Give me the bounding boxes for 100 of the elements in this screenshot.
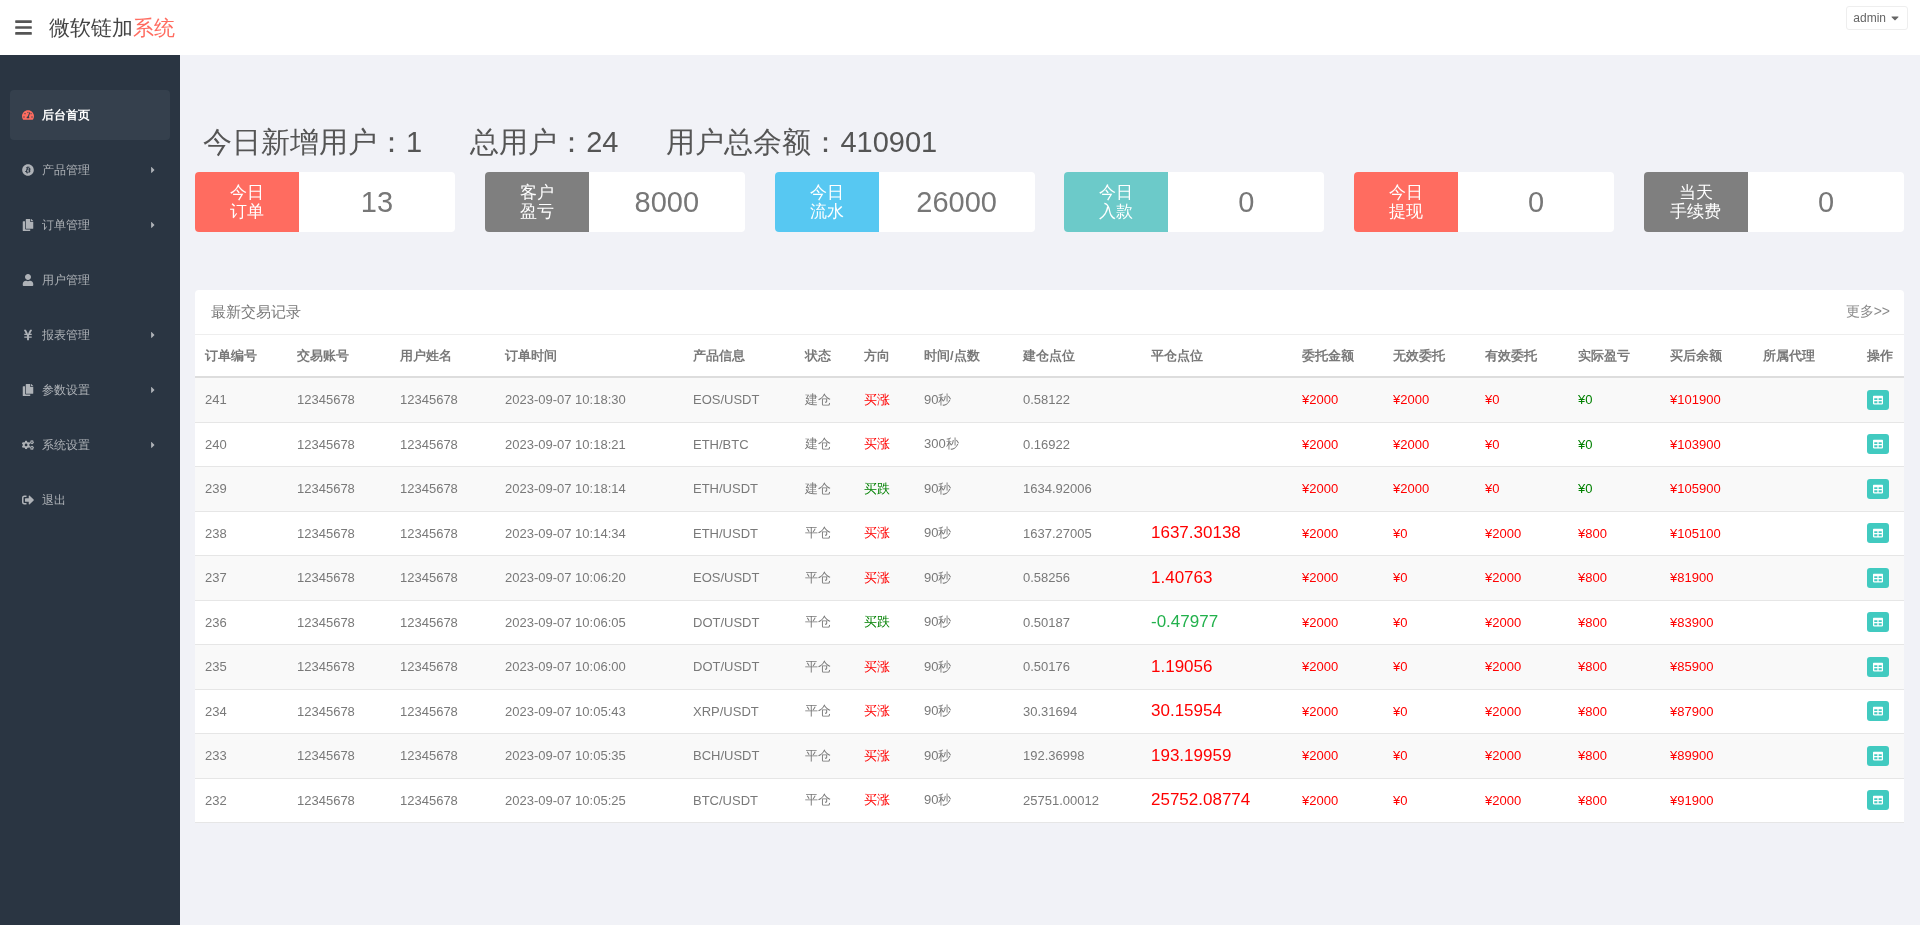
table-cell: ¥2000	[1393, 481, 1430, 497]
edit-button[interactable]	[1867, 701, 1889, 722]
summary-stat: 用户总余额：410901	[666, 124, 938, 160]
stat-label: 流水	[809, 202, 844, 221]
edit-button[interactable]	[1867, 434, 1889, 455]
table-cell: DOT/USDT	[693, 614, 760, 630]
sidebar-item[interactable]: 报表管理	[10, 310, 170, 360]
table-cell: -0.47977	[1151, 612, 1219, 633]
table-cell: ¥2000	[1485, 748, 1522, 764]
column-header: 用户姓名	[400, 346, 453, 365]
table-cell: ETH/BTC	[693, 436, 749, 452]
table-icon	[1873, 617, 1883, 628]
column-header: 无效委托	[1393, 346, 1446, 365]
table-icon	[1873, 439, 1883, 450]
edit-button[interactable]	[1867, 790, 1889, 811]
table-cell: 1634.92006	[1023, 481, 1092, 497]
table-cell: 232	[205, 792, 227, 808]
sidebar-item[interactable]: 用户管理	[10, 255, 170, 305]
dashboard-icon	[22, 109, 34, 121]
table-cell: 平仓	[805, 657, 831, 676]
sidebar-item[interactable]: 后台首页	[10, 90, 170, 140]
edit-button[interactable]	[1867, 389, 1889, 410]
table-cell: 90秒	[924, 613, 952, 632]
stat-value: 26000	[915, 184, 998, 220]
sidebar-item[interactable]: 产品管理	[10, 145, 170, 195]
table-cell: 233	[205, 748, 227, 764]
table-cell: ¥0	[1485, 481, 1500, 497]
table-cell: 235	[205, 659, 227, 675]
table-cell: ¥105100	[1670, 525, 1721, 541]
sidebar-item[interactable]: 系统设置	[10, 420, 170, 470]
table-cell: 12345678	[297, 792, 355, 808]
table-cell: ¥2000	[1485, 525, 1522, 541]
stat-label: 今日	[1389, 183, 1424, 202]
documents-icon	[22, 219, 34, 231]
table-cell: EOS/USDT	[693, 392, 760, 408]
table-cell: 2023-09-07 10:05:25	[505, 792, 626, 808]
stat-label: 手续费	[1670, 202, 1722, 221]
sign-out-icon	[22, 494, 34, 506]
app-title: 微软链加系统	[49, 14, 175, 41]
table-cell: 12345678	[297, 748, 355, 764]
table-cell: 买涨	[864, 657, 890, 676]
stat-label: 今日	[1099, 183, 1134, 202]
table-cell: BTC/USDT	[693, 792, 758, 808]
edit-button[interactable]	[1867, 567, 1889, 588]
menu-icon[interactable]	[14, 18, 33, 37]
table-cell: ¥2000	[1302, 481, 1339, 497]
yen-icon	[22, 329, 34, 341]
table-cell: 0.16922	[1023, 436, 1070, 452]
table-cell: 25752.08774	[1151, 790, 1251, 811]
table-cell: ¥800	[1578, 659, 1607, 675]
table-cell: ¥2000	[1302, 436, 1339, 452]
table-icon	[1873, 572, 1883, 583]
table-cell: 90秒	[924, 390, 952, 409]
table-cell: 12345678	[297, 570, 355, 586]
table-cell: ¥105900	[1670, 481, 1721, 497]
column-header: 买后余额	[1670, 346, 1723, 365]
table-icon	[1873, 661, 1883, 672]
stat-value: 0	[1527, 184, 1546, 220]
table-cell: ¥2000	[1302, 792, 1339, 808]
table-cell: 300秒	[924, 435, 959, 454]
table-cell: 2023-09-07 10:05:43	[505, 703, 626, 719]
table-cell: ¥81900	[1670, 570, 1714, 586]
table-cell: 12345678	[400, 570, 458, 586]
table-cell: 2023-09-07 10:06:20	[505, 570, 626, 586]
documents-icon	[22, 384, 34, 396]
sidebar-item-label: 参数设置	[42, 381, 90, 399]
table-cell: ¥0	[1393, 659, 1408, 675]
edit-button[interactable]	[1867, 478, 1889, 499]
table-cell: ¥0	[1393, 748, 1408, 764]
sidebar-item-label: 订单管理	[42, 216, 90, 234]
table-cell: 12345678	[400, 392, 458, 408]
table-cell: 30.15954	[1151, 701, 1222, 722]
gears-icon	[22, 439, 34, 451]
user-menu-button[interactable]: admin	[1846, 6, 1908, 30]
edit-button[interactable]	[1867, 656, 1889, 677]
table-cell: 12345678	[297, 392, 355, 408]
table-cell: 12345678	[297, 481, 355, 497]
table-cell: ¥0	[1393, 792, 1408, 808]
more-link[interactable]: 更多>>	[1845, 303, 1890, 321]
edit-button[interactable]	[1867, 612, 1889, 633]
edit-button[interactable]	[1867, 523, 1889, 544]
edit-button[interactable]	[1867, 745, 1889, 766]
table-cell: 12345678	[400, 481, 458, 497]
column-header: 所属代理	[1763, 346, 1816, 365]
table-cell: 买跌	[864, 613, 890, 632]
table-cell: 平仓	[805, 702, 831, 721]
table-cell: ¥0	[1485, 392, 1500, 408]
stat-value: 8000	[633, 184, 701, 220]
table-cell: 平仓	[805, 568, 831, 587]
column-header: 时间/点数	[924, 346, 981, 365]
column-header: 交易账号	[297, 346, 350, 365]
sidebar-item[interactable]: 订单管理	[10, 200, 170, 250]
sidebar-item[interactable]: 参数设置	[10, 365, 170, 415]
table-cell: ¥101900	[1670, 392, 1721, 408]
table-cell: ¥0	[1393, 570, 1408, 586]
column-header: 订单时间	[505, 346, 558, 365]
table-cell: ETH/USDT	[693, 481, 758, 497]
sidebar-item[interactable]: 退出	[10, 475, 170, 525]
stat-label: 入款	[1099, 202, 1134, 221]
table-cell: 90秒	[924, 524, 952, 543]
